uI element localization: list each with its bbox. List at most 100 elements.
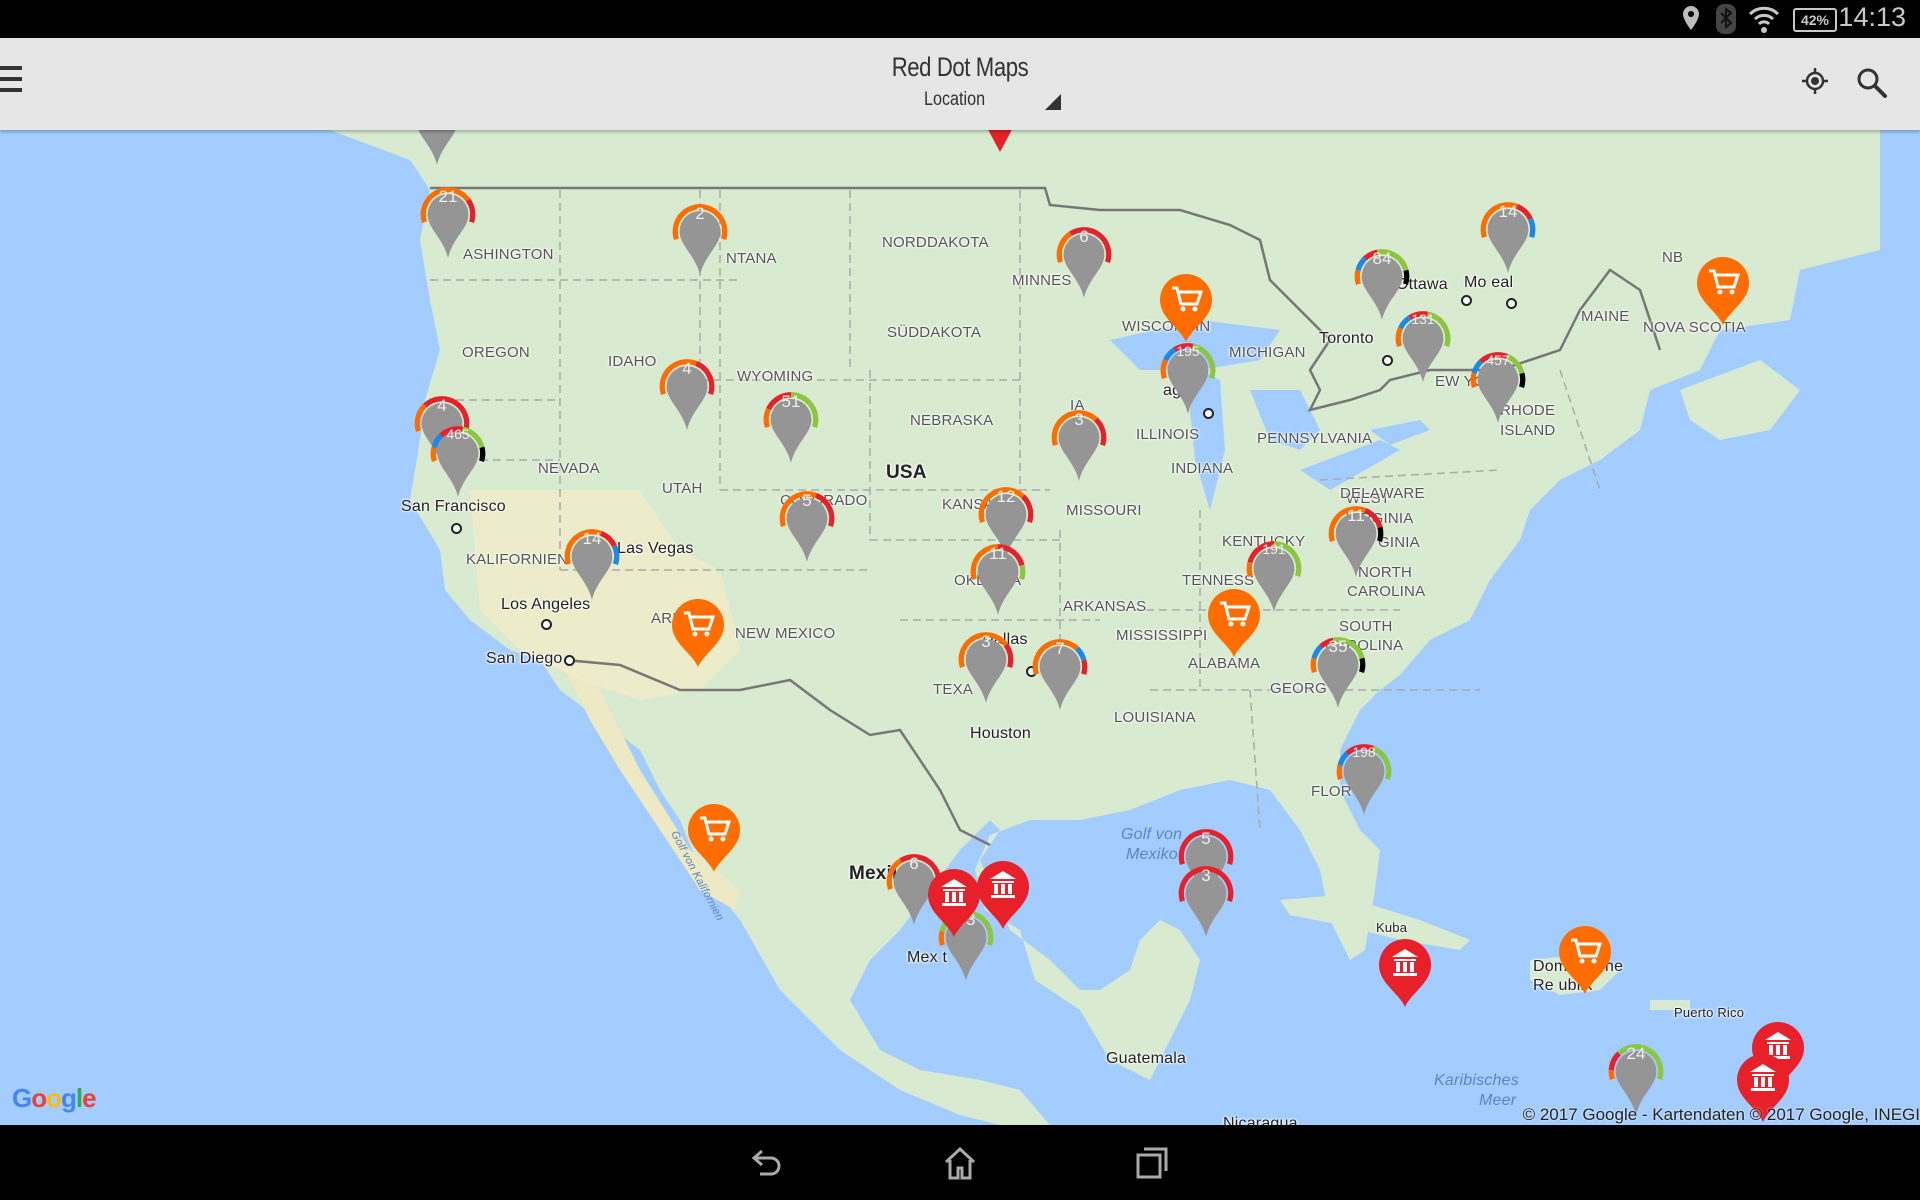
map-label: Meer [1479,1092,1517,1109]
cluster-ring-segment [1358,657,1366,673]
bank-marker[interactable] [975,857,1031,934]
map-label: NORDDAKOTA [882,234,989,251]
map-label: MICHIGAN [1229,344,1306,361]
map-label: Mo eal [1464,274,1514,291]
map-label: ILLINOIS [1136,426,1200,443]
shop-marker[interactable] [1557,922,1613,999]
google-logo-letter: e [82,1083,97,1113]
spinner-triangle-icon [1045,94,1061,110]
status-bar: 42% 14:13 [0,0,1920,38]
bank-icon [1379,939,1431,1007]
map-label: Puerto Rico [1674,1005,1745,1020]
cluster-ring-segment [1470,372,1478,388]
shop-marker[interactable] [1206,585,1262,662]
map-label: Las Vegas [617,540,694,557]
bank-marker[interactable] [926,865,982,942]
wifi-icon [1748,6,1780,33]
map-label: Mexiko [1126,846,1178,863]
shop-marker[interactable] [1695,253,1751,330]
map-label: WYOMING [737,368,814,385]
bank-icon [928,869,980,937]
cluster-count: 5 [1201,829,1211,848]
cluster-count: 6 [1079,227,1089,246]
map-label: USA [886,462,927,483]
cluster-ring-segment [1376,526,1384,542]
battery-indicator: 42% [1793,8,1837,32]
search-icon[interactable] [1855,66,1889,100]
cluster-count: 24 [1626,1044,1646,1063]
map-label: ASHINGTON [463,246,554,263]
city-dot [1203,408,1214,419]
shopping-cart-icon [1160,274,1212,342]
cluster-count: 84 [1372,249,1392,268]
spinner-label: Location [924,89,986,110]
cluster-pin-icon [418,130,456,165]
shopping-cart-icon [1208,589,1260,657]
google-logo-letter: o [31,1083,47,1113]
my-location-icon[interactable] [1800,66,1830,96]
map-label: ARKANSAS [1063,598,1147,615]
cluster-count: 131 [1411,311,1435,327]
map-label: NB [1662,249,1684,266]
cluster-ring-segment [1608,1069,1615,1080]
map-label: OREGON [462,344,530,361]
shop-marker[interactable] [686,800,742,877]
red-marker[interactable] [972,130,1028,165]
cluster-count: 3 [1074,410,1084,429]
cluster-count: 11 [989,544,1007,563]
map-label: Kuba [1376,920,1408,935]
map-label: Karibisches [1434,1072,1519,1089]
map-label: Houston [970,725,1031,742]
map-label: IDAHO [608,353,657,370]
cluster-ring-segment [1402,269,1410,285]
shopping-cart-icon [1559,926,1611,994]
cluster-ring-segment [1160,358,1169,379]
cluster-count: 14 [1498,202,1518,221]
shopping-cart-icon [688,804,740,872]
nova-scotia-land [1680,360,1800,440]
cluster-count: 5 [802,491,812,510]
cluster-ring-segment [1080,659,1088,675]
cluster-count: 465 [446,426,470,442]
shop-marker[interactable] [670,595,726,672]
cluster-count: 3 [1201,866,1211,885]
recent-apps-icon[interactable] [1132,1145,1172,1181]
shopping-cart-icon [1697,257,1749,325]
map-label: KALIFORNIEN [466,551,569,568]
map-label: PENNSYLVANIA [1257,430,1373,447]
city-dot [451,523,462,534]
map-label: SÜDDAKOTA [887,324,982,341]
map-label: NTANA [726,250,777,267]
map-label: Nicaragua [1223,1115,1298,1125]
map-label: Toronto [1319,330,1374,347]
cluster-count: 21 [438,187,458,206]
bank-marker[interactable] [1377,935,1433,1012]
cluster-ring-segment [1518,372,1526,388]
map-label: INDIANA [1171,460,1234,477]
app-bar: Red Dot Maps Location [0,38,1920,130]
map-label: San Diego [486,650,563,667]
home-icon[interactable] [940,1145,980,1181]
cluster-ring-segment [1310,657,1318,673]
cluster-count: 4 [437,396,447,415]
cluster-count: 457 [1486,352,1510,368]
map-view[interactable]: NORDDAKOTA MINNES WISCONSIN MICHIGAN SÜDDAKO… [0,130,1920,1125]
shop-marker[interactable] [1158,270,1214,347]
city-dot [1506,298,1517,309]
google-logo: Google [12,1083,97,1114]
map-label: UTAH [662,480,703,497]
back-icon[interactable] [748,1145,788,1181]
map-label: San Francisco [401,498,506,515]
bluetooth-icon [1716,4,1736,34]
location-spinner[interactable]: Location [910,89,1070,119]
map-label: Golf von [1121,826,1183,843]
map-label: MISSOURI [1066,502,1142,519]
hamburger-menu-icon[interactable] [0,66,24,96]
pin-icon [988,130,1012,152]
map-attribution[interactable]: © 2017 Google - Kartendaten © 2017 Googl… [1523,1105,1920,1125]
map-label: Guatemala [1106,1050,1187,1067]
map-label: DELAWARE [1340,485,1425,502]
bank-icon [977,861,1029,929]
cluster-ring-segment [1354,269,1362,285]
cluster-count: 198 [1352,744,1376,760]
